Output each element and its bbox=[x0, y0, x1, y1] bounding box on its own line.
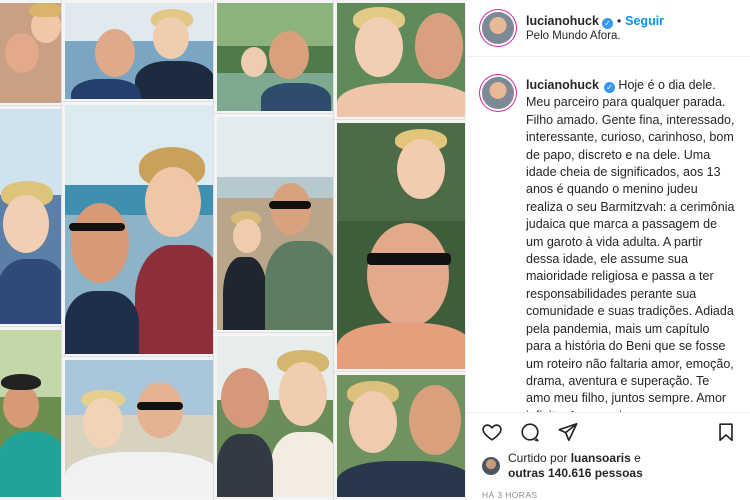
comment-icon bbox=[521, 422, 539, 442]
collage-column-4 bbox=[334, 0, 465, 500]
likes-count[interactable]: outras 140.616 pessoas bbox=[508, 466, 643, 480]
follow-button[interactable]: Seguir bbox=[625, 14, 664, 28]
caption-section: lucianohuck ✓ Hoje é o dia dele. Meu parc… bbox=[466, 57, 750, 412]
post-header: lucianohuck ✓ • Seguir Pelo Mundo Afora. bbox=[466, 0, 750, 57]
author-username[interactable]: lucianohuck bbox=[526, 14, 599, 28]
like-button[interactable] bbox=[480, 420, 504, 444]
collage-column-2 bbox=[62, 0, 218, 500]
collage-tile bbox=[214, 0, 336, 115]
post-location[interactable]: Pelo Mundo Afora. bbox=[526, 29, 664, 44]
collage-tile bbox=[0, 326, 64, 500]
share-button[interactable] bbox=[556, 420, 580, 444]
collage-column-3 bbox=[214, 0, 336, 500]
post-side-panel: lucianohuck ✓ • Seguir Pelo Mundo Afora. lu… bbox=[465, 0, 750, 500]
collage-tile bbox=[334, 0, 465, 121]
caption-username[interactable]: lucianohuck bbox=[526, 78, 599, 92]
post-timestamp[interactable]: HÁ 3 HORAS bbox=[466, 482, 750, 500]
likes-text: Curtido por luansoaris e outras 140.616 … bbox=[508, 451, 643, 481]
likes-prefix: Curtido por bbox=[508, 451, 568, 465]
bookmark-icon bbox=[719, 422, 733, 441]
collage-tile bbox=[0, 106, 64, 327]
collage-tile bbox=[62, 101, 218, 358]
post-photo[interactable] bbox=[0, 0, 465, 500]
collage-tile bbox=[214, 114, 336, 333]
likes-connector: e bbox=[634, 451, 641, 465]
verified-badge-icon: ✓ bbox=[603, 82, 615, 93]
liker-avatar[interactable] bbox=[482, 457, 500, 475]
collage-tile bbox=[0, 0, 64, 107]
verified-badge-icon: ✓ bbox=[601, 17, 613, 29]
save-button[interactable] bbox=[714, 420, 738, 444]
collage-tile bbox=[334, 372, 465, 500]
likes-summary: Curtido por luansoaris e outras 140.616 … bbox=[466, 450, 750, 482]
separator-dot: • bbox=[616, 13, 622, 28]
comment-button[interactable] bbox=[518, 420, 542, 444]
caption: lucianohuck ✓ Hoje é o dia dele. Meu parc… bbox=[526, 77, 736, 412]
collage-tile bbox=[334, 120, 465, 373]
caption-avatar[interactable] bbox=[482, 77, 514, 109]
liker-username[interactable]: luansoaris bbox=[571, 451, 631, 465]
author-avatar[interactable] bbox=[482, 12, 514, 44]
collage-column-1 bbox=[0, 0, 64, 500]
collage-tile bbox=[214, 332, 336, 500]
heart-icon bbox=[482, 423, 502, 441]
share-icon bbox=[558, 422, 578, 441]
caption-body: Hoje é o dia dele. Meu parceiro para qua… bbox=[526, 78, 735, 412]
action-bar bbox=[466, 412, 750, 450]
collage-tile bbox=[62, 0, 218, 102]
collage-tile bbox=[62, 357, 218, 500]
